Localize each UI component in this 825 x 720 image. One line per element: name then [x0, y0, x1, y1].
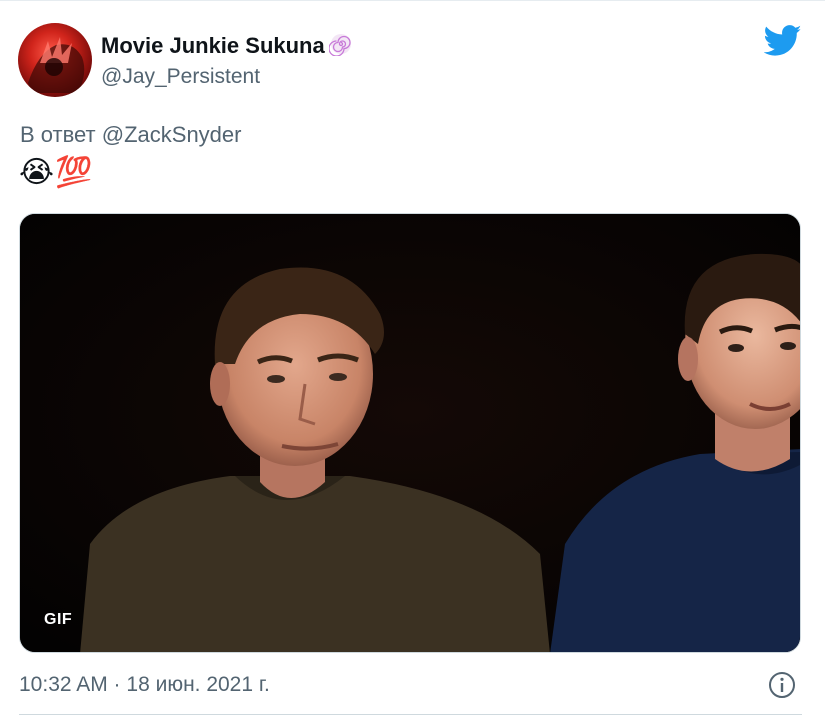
- info-icon[interactable]: [767, 670, 797, 700]
- gif-media[interactable]: [19, 213, 801, 653]
- author-handle[interactable]: @Jay_Persistent: [101, 65, 260, 89]
- crying-face-emoji: 😭: [19, 156, 55, 189]
- author-avatar[interactable]: [18, 23, 92, 97]
- tweet-card: Movie Junkie Sukuna @Jay_Persistent В от…: [0, 0, 825, 720]
- avatar-image: [28, 37, 85, 93]
- footer-divider: [19, 714, 802, 715]
- tweet-text: 😭 💯: [19, 155, 92, 191]
- reply-prefix: В ответ: [20, 122, 96, 147]
- gif-label: GIF: [44, 611, 73, 628]
- display-name-text[interactable]: Movie Junkie Sukuna: [101, 33, 325, 58]
- hundred-points-emoji: 💯: [55, 156, 93, 189]
- author-display-name[interactable]: Movie Junkie Sukuna: [101, 32, 353, 59]
- reply-mention-link[interactable]: @ZackSnyder: [102, 122, 242, 147]
- twitter-bird-icon[interactable]: [764, 25, 802, 57]
- gif-frame-image: [20, 214, 800, 652]
- reply-context: В ответ @ZackSnyder: [20, 122, 241, 148]
- tweet-timestamp[interactable]: 10:32 AM · 18 июн. 2021 г.: [19, 673, 270, 697]
- hypnosis-spiral-icon: [328, 34, 351, 56]
